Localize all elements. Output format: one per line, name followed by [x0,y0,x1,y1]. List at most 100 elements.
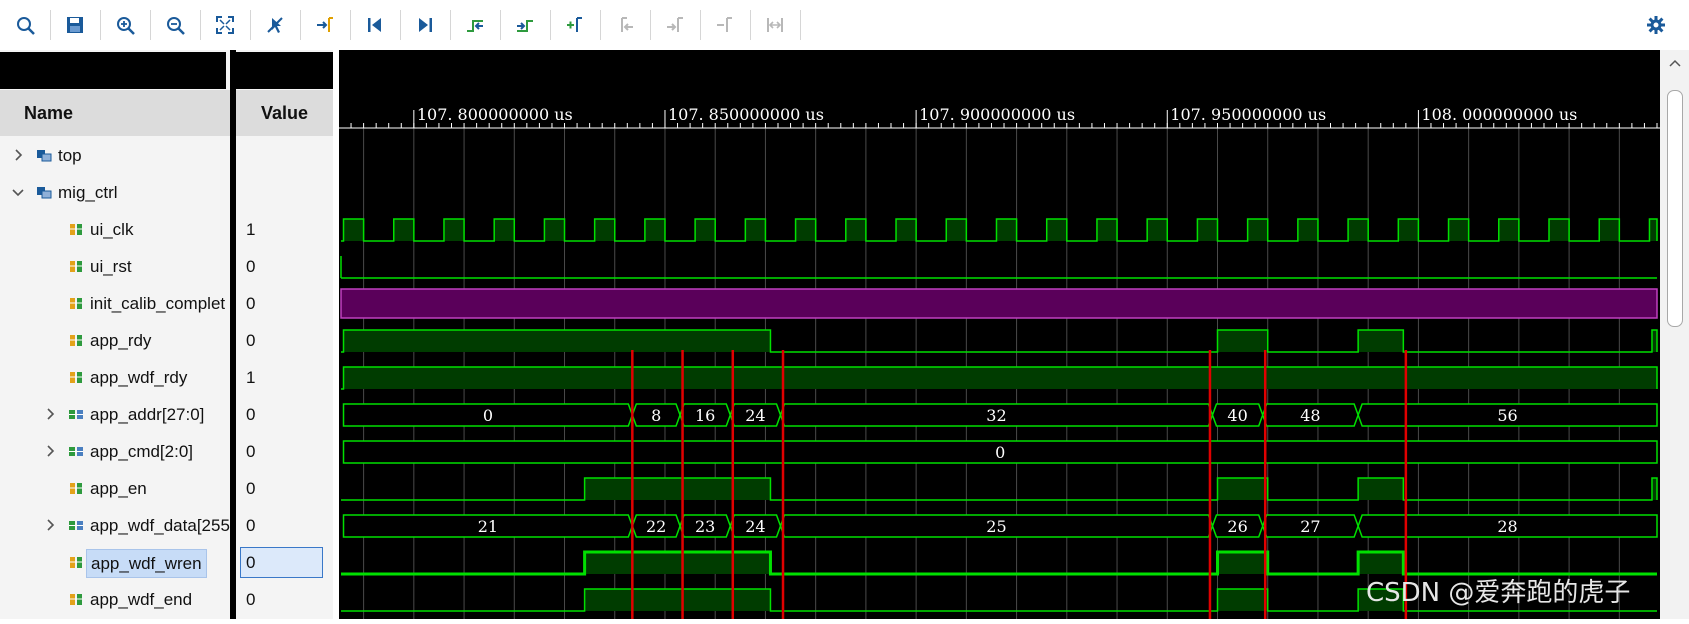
signal-row-ui-clk[interactable]: ui_clk [0,211,230,248]
signal-value-row[interactable]: 0 [236,433,333,470]
signal-name-label: app_cmd[2:0] [90,441,194,461]
signal-value-row[interactable]: 0 [236,396,333,433]
signal-value-row[interactable]: 0 [236,470,333,507]
signal-name-label: init_calib_complet [90,293,226,313]
signal-value: 0 [246,552,256,572]
zoom-fit-button[interactable] [210,10,240,40]
signal-row-app-addr-27-0[interactable]: app_addr[27:0] [0,396,230,433]
toolbar-separator [350,10,351,40]
search-button[interactable] [10,10,40,40]
toolbar-separator [450,10,451,40]
toolbar-separator [50,10,51,40]
signal-row-app-wdf-wren[interactable]: app_wdf_wren [0,544,230,581]
delete-marker-button[interactable] [710,10,740,40]
bus-value-label: 32 [986,406,1006,425]
swap-cursors-button[interactable] [760,10,790,40]
name-column-header[interactable]: Name [0,90,230,136]
zoom-in-button[interactable] [110,10,140,40]
signal-high-fill [584,552,771,574]
signal-value-row[interactable]: 1 [236,359,333,396]
signal-high-fill [584,478,771,500]
signal-row-mig-ctrl[interactable]: mig_ctrl [0,174,230,211]
signal-row-app-wdf-end[interactable]: app_wdf_end [0,581,230,618]
go-to-end-icon [419,18,432,32]
signal-row-init-calib-complet[interactable]: init_calib_complet [0,285,230,322]
bus-value-label: 24 [745,517,765,536]
signal-value-row[interactable]: 0 [236,322,333,359]
scrollbar-thumb[interactable] [1667,90,1683,327]
settings-button[interactable] [1641,10,1671,40]
bus-value-label: 22 [646,517,666,536]
signal-value-row[interactable]: 0 [236,285,333,322]
vertical-scrollbar[interactable] [1660,50,1689,619]
signal-value-row[interactable]: 1 [236,211,333,248]
signal-value-row[interactable] [236,137,333,174]
chevron-right-icon[interactable] [10,147,26,163]
clock-high-fill [896,219,917,241]
waveform-canvas[interactable]: 107. 800000000 us 107. 850000000 us 107. 9… [339,50,1689,619]
previous-transition-button[interactable] [460,10,490,40]
signal-name-label: app_wdf_end [90,589,193,609]
clock-high-fill [1046,219,1067,241]
toolbar [0,0,1689,51]
bus-value-label: 8 [651,406,661,425]
signal-value-row[interactable]: 0 [236,248,333,285]
clock-high-fill [393,219,414,241]
chevron-right-icon[interactable] [42,517,58,533]
chevron-right-icon[interactable] [42,406,58,422]
signal-name-label: app_wdf_rdy [90,367,188,387]
toolbar-separator [200,10,201,40]
previous-marker-button[interactable] [610,10,640,40]
name-panel-header-bar [0,52,226,89]
save-button[interactable] [60,10,90,40]
toolbar-separator [700,10,701,40]
signal-row-ui-rst[interactable]: ui_rst [0,248,230,285]
next-transition-button[interactable] [510,10,540,40]
scroll-up-button[interactable] [1664,54,1685,72]
signal-row-app-rdy[interactable]: app_rdy [0,322,230,359]
value-panel: Value 1 0 0 0 1 0 0 0 0 0 0 [236,50,333,619]
add-marker-button[interactable] [560,10,590,40]
signal-row-app-en[interactable]: app_en [0,470,230,507]
bus-value-label: 21 [478,517,498,536]
clock-high-fill [845,219,866,241]
signal-row-app-cmd-2-0[interactable]: app_cmd[2:0] [0,433,230,470]
go-to-cursor-button[interactable] [310,10,340,40]
toolbar-separator [550,10,551,40]
bus-signal-icon [69,447,83,456]
bit-signal-icon [70,335,82,346]
signal-value-row[interactable]: 0 [236,544,333,581]
signal-value: 0 [246,441,256,461]
signal-value-row[interactable] [236,174,333,211]
go-to-end-button[interactable] [410,10,440,40]
chevron-down-icon[interactable] [10,184,26,200]
waveform-panel[interactable]: 107. 800000000 us 107. 850000000 us 107. 9… [339,50,1689,619]
signal-value-row[interactable]: 0 [236,581,333,618]
signal-name-label: app_rdy [90,330,152,350]
signal-high-fill [1358,478,1404,500]
signal-waveform [341,477,1658,501]
clock-high-fill [1549,219,1570,241]
signal-name-label: top [58,145,82,165]
signal-high-fill [1217,552,1268,574]
zoom-out-button[interactable] [160,10,190,40]
signal-row-app-wdf-data-255[interactable]: app_wdf_data[255 [0,507,230,544]
clock-high-fill [996,219,1017,241]
clock-high-fill [644,219,665,241]
signal-row-top[interactable]: top [0,137,230,174]
next-marker-button[interactable] [660,10,690,40]
cursor-button[interactable] [260,10,290,40]
chevron-right-icon[interactable] [42,443,58,459]
bus-value-label: 23 [695,517,715,536]
bus-value-label: 27 [1300,517,1320,536]
zoom-in-icon [117,17,135,35]
value-column-header[interactable]: Value [236,90,333,136]
signal-high-fill [1358,552,1404,574]
go-to-start-button[interactable] [360,10,390,40]
toolbar-separator [750,10,751,40]
toolbar-separator [250,10,251,40]
clock-high-fill [695,219,716,241]
clock-high-fill [1247,219,1268,241]
signal-row-app-wdf-rdy[interactable]: app_wdf_rdy [0,359,230,396]
signal-value-row[interactable]: 0 [236,507,333,544]
